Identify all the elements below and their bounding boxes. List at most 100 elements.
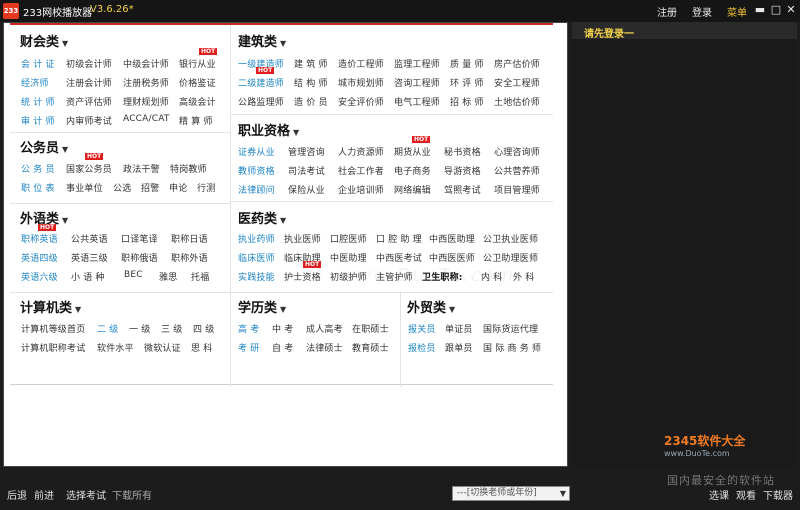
exam-link[interactable]: 土地估价师 — [494, 95, 540, 108]
exam-link[interactable]: 环 评 师 — [450, 76, 484, 89]
exam-link[interactable]: 电气工程师 — [394, 95, 440, 108]
exam-link[interactable]: 国际货运代理 — [483, 322, 538, 335]
exam-link[interactable]: 注册会计师 — [66, 76, 112, 89]
exam-link[interactable]: 公共营养师 — [494, 164, 540, 177]
exam-link[interactable]: 政法干警 — [123, 162, 160, 175]
exam-link[interactable]: 国 际 商 务 师 — [483, 341, 541, 354]
exam-link[interactable]: 公选 — [113, 181, 131, 194]
exam-link[interactable]: 人力资源师 — [338, 145, 384, 158]
exam-link[interactable]: 社会工作者 — [338, 164, 384, 177]
exam-link[interactable]: 精 算 师 — [179, 114, 213, 127]
exam-link[interactable]: 三 级 — [161, 322, 182, 335]
category-title-jisuanji[interactable]: 计算机类 ▼ — [20, 297, 81, 316]
exam-link[interactable]: 监理工程师 — [394, 57, 440, 70]
exam-link[interactable]: 中西医医师 — [429, 251, 475, 264]
exam-link[interactable]: 外 科 — [513, 270, 534, 283]
exam-link[interactable]: 报检员 — [408, 341, 436, 354]
exam-link[interactable]: 跟单员 — [445, 341, 473, 354]
category-title-yiyao[interactable]: 医药类 ▼ — [238, 208, 286, 227]
exam-link[interactable]: 初级会计师 — [66, 57, 112, 70]
exam-link[interactable]: 法律顾问 — [238, 183, 275, 196]
exam-link[interactable]: 口腔医师 — [330, 232, 367, 245]
exam-link[interactable]: 计算机等级首页 — [21, 322, 85, 335]
exam-link[interactable]: 二 级 — [97, 322, 118, 335]
exam-link[interactable]: 城市规划师 — [338, 76, 384, 89]
exam-link[interactable]: 执业药师 — [238, 232, 275, 245]
exam-link[interactable]: 安全工程师 — [494, 76, 540, 89]
login-link[interactable]: 登录 — [692, 4, 712, 19]
exam-link[interactable]: 招 标 师 — [450, 95, 484, 108]
category-title-caikuai[interactable]: 财会类 ▼ — [20, 31, 68, 50]
exam-link[interactable]: 银行从业 — [179, 57, 216, 70]
exam-link[interactable]: 驾照考试 — [444, 183, 481, 196]
exam-link[interactable]: 临床医师 — [238, 251, 275, 264]
exam-link[interactable]: 中西医考试 — [376, 251, 422, 264]
exam-link[interactable]: 执业医师 — [284, 232, 321, 245]
select-exam-button[interactable]: 选择考试 — [66, 487, 106, 502]
exam-link[interactable]: 中 考 — [272, 322, 293, 335]
menu-link[interactable]: 菜单 — [727, 4, 747, 19]
exam-link[interactable]: 实践技能 — [238, 270, 275, 283]
category-title-zhiye[interactable]: 职业资格 ▼ — [238, 120, 299, 139]
exam-link[interactable]: 质 量 师 — [450, 57, 484, 70]
exam-link[interactable]: 英语六级 — [21, 270, 58, 283]
exam-link[interactable]: 事业单位 — [66, 181, 103, 194]
maximize-icon[interactable]: □ — [768, 2, 784, 18]
exam-link[interactable]: 理财规划师 — [123, 95, 169, 108]
exam-link[interactable]: 公卫执业医师 — [483, 232, 538, 245]
exam-link[interactable]: 建 筑 师 — [294, 57, 328, 70]
exam-link[interactable]: 英语四级 — [21, 251, 58, 264]
exam-link[interactable]: 经济师 — [21, 76, 49, 89]
exam-link[interactable]: 秘书资格 — [444, 145, 481, 158]
exam-link[interactable]: 高级会计 — [179, 95, 216, 108]
exam-link[interactable]: 安全评价师 — [338, 95, 384, 108]
exam-link[interactable]: 公共英语 — [71, 232, 108, 245]
exam-link[interactable]: 审 计 师 — [21, 114, 55, 127]
exam-link[interactable]: 护士资格 — [284, 270, 321, 283]
exam-link[interactable]: 计算机职称考试 — [21, 341, 85, 354]
exam-link[interactable]: 国家公务员 — [66, 162, 112, 175]
exam-link[interactable]: 报关员 — [408, 322, 436, 335]
download-all-button[interactable]: 下载所有 — [112, 487, 152, 502]
watch-button[interactable]: 观看 — [736, 487, 756, 502]
downloader-button[interactable]: 下载器 — [763, 487, 793, 502]
exam-link[interactable]: 职称俄语 — [121, 251, 158, 264]
back-button[interactable]: 后退 — [7, 487, 27, 502]
minimize-icon[interactable]: ▬ — [752, 2, 768, 18]
exam-link[interactable]: 在职硕士 — [352, 322, 389, 335]
exam-link[interactable]: 高 考 — [238, 322, 259, 335]
exam-link[interactable]: 一 级 — [129, 322, 150, 335]
forward-button[interactable]: 前进 — [34, 487, 54, 502]
exam-link[interactable]: 结 构 师 — [294, 76, 328, 89]
exam-link[interactable]: 法律硕士 — [306, 341, 343, 354]
exam-link[interactable]: 公路监理师 — [238, 95, 284, 108]
exam-link[interactable]: 中级会计师 — [123, 57, 169, 70]
exam-link[interactable]: 导游资格 — [444, 164, 481, 177]
exam-link[interactable]: 资产评估师 — [66, 95, 112, 108]
exam-link[interactable]: 软件水平 — [97, 341, 134, 354]
exam-link[interactable]: 微软认证 — [144, 341, 181, 354]
exam-link[interactable]: 英语三级 — [71, 251, 108, 264]
exam-link[interactable]: 公卫助理医师 — [483, 251, 538, 264]
exam-link[interactable]: 口译笔译 — [121, 232, 158, 245]
exam-link[interactable]: 司法考试 — [288, 164, 325, 177]
exam-link[interactable]: 期货从业 — [394, 145, 431, 158]
exam-link[interactable]: 内审师考试 — [66, 114, 112, 127]
exam-link[interactable]: 会 计 证 — [21, 57, 55, 70]
teacher-year-select[interactable]: ---[切换老师或年份] ▼ — [452, 486, 570, 501]
exam-link[interactable]: 小 语 种 — [71, 270, 105, 283]
exam-link[interactable]: BEC — [124, 270, 143, 280]
exam-link[interactable]: 成人高考 — [306, 322, 343, 335]
exam-link[interactable]: 特岗教师 — [170, 162, 207, 175]
exam-link[interactable]: 职 位 表 — [21, 181, 55, 194]
category-title-waimao[interactable]: 外贸类 ▼ — [407, 297, 455, 316]
exam-link[interactable]: 造价工程师 — [338, 57, 384, 70]
register-link[interactable]: 注册 — [657, 4, 677, 19]
login-prompt-link[interactable]: 请先登录一 — [584, 25, 634, 40]
exam-link[interactable]: 申论 — [169, 181, 187, 194]
exam-link[interactable]: 职称外语 — [171, 251, 208, 264]
exam-link[interactable]: 四 级 — [193, 322, 214, 335]
exam-link[interactable]: 统 计 师 — [21, 95, 55, 108]
exam-link[interactable]: 教师资格 — [238, 164, 275, 177]
exam-link[interactable]: 造 价 员 — [294, 95, 328, 108]
